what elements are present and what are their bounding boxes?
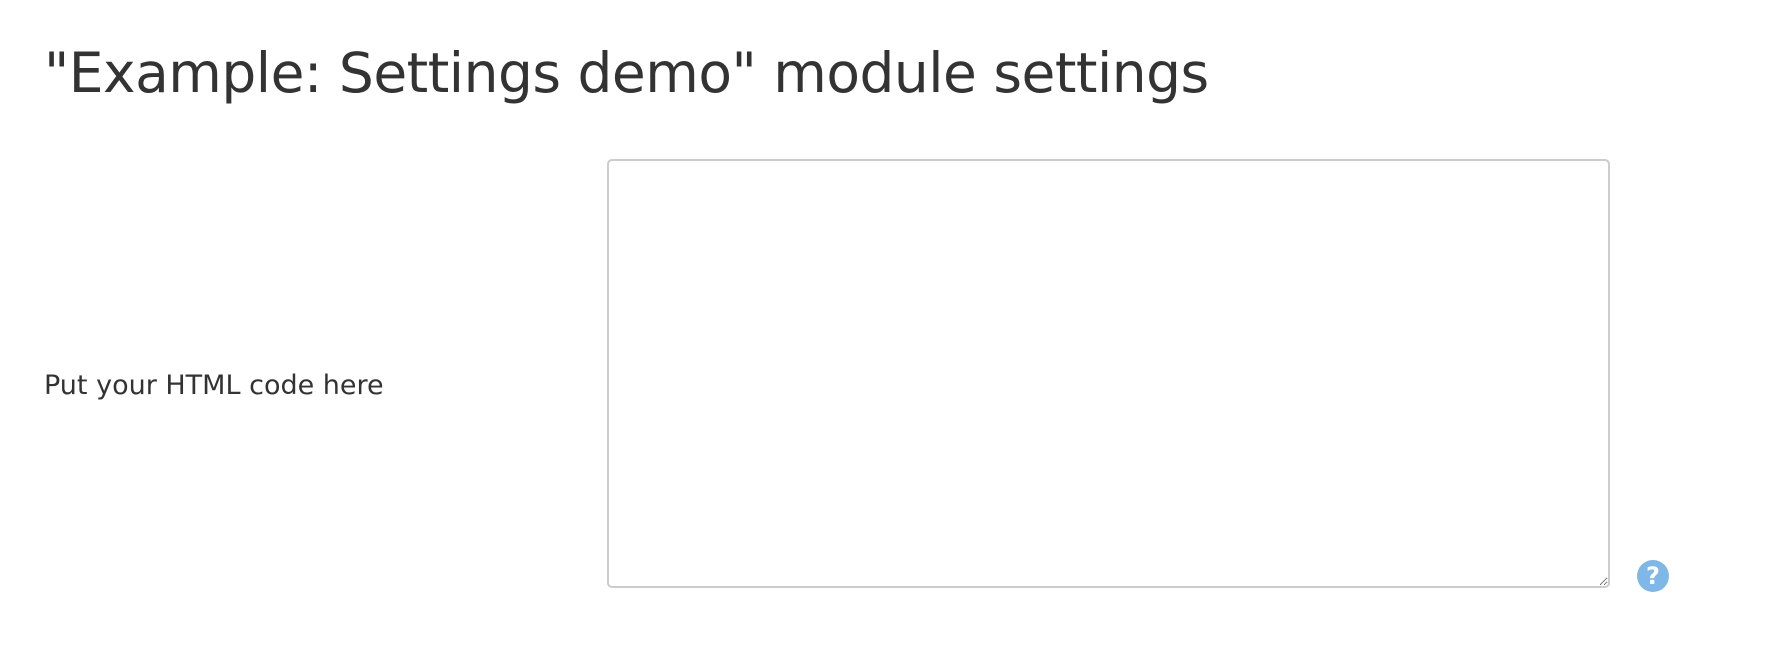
html-code-textarea[interactable] — [607, 159, 1610, 588]
html-code-textarea-wrapper — [607, 159, 1610, 588]
html-code-form-row: Put your HTML code here ? — [0, 0, 1784, 658]
question-circle-icon[interactable]: ? — [1637, 560, 1669, 592]
html-code-label: Put your HTML code here — [44, 370, 384, 401]
settings-page: "Example: Settings demo" module settings… — [0, 0, 1784, 658]
